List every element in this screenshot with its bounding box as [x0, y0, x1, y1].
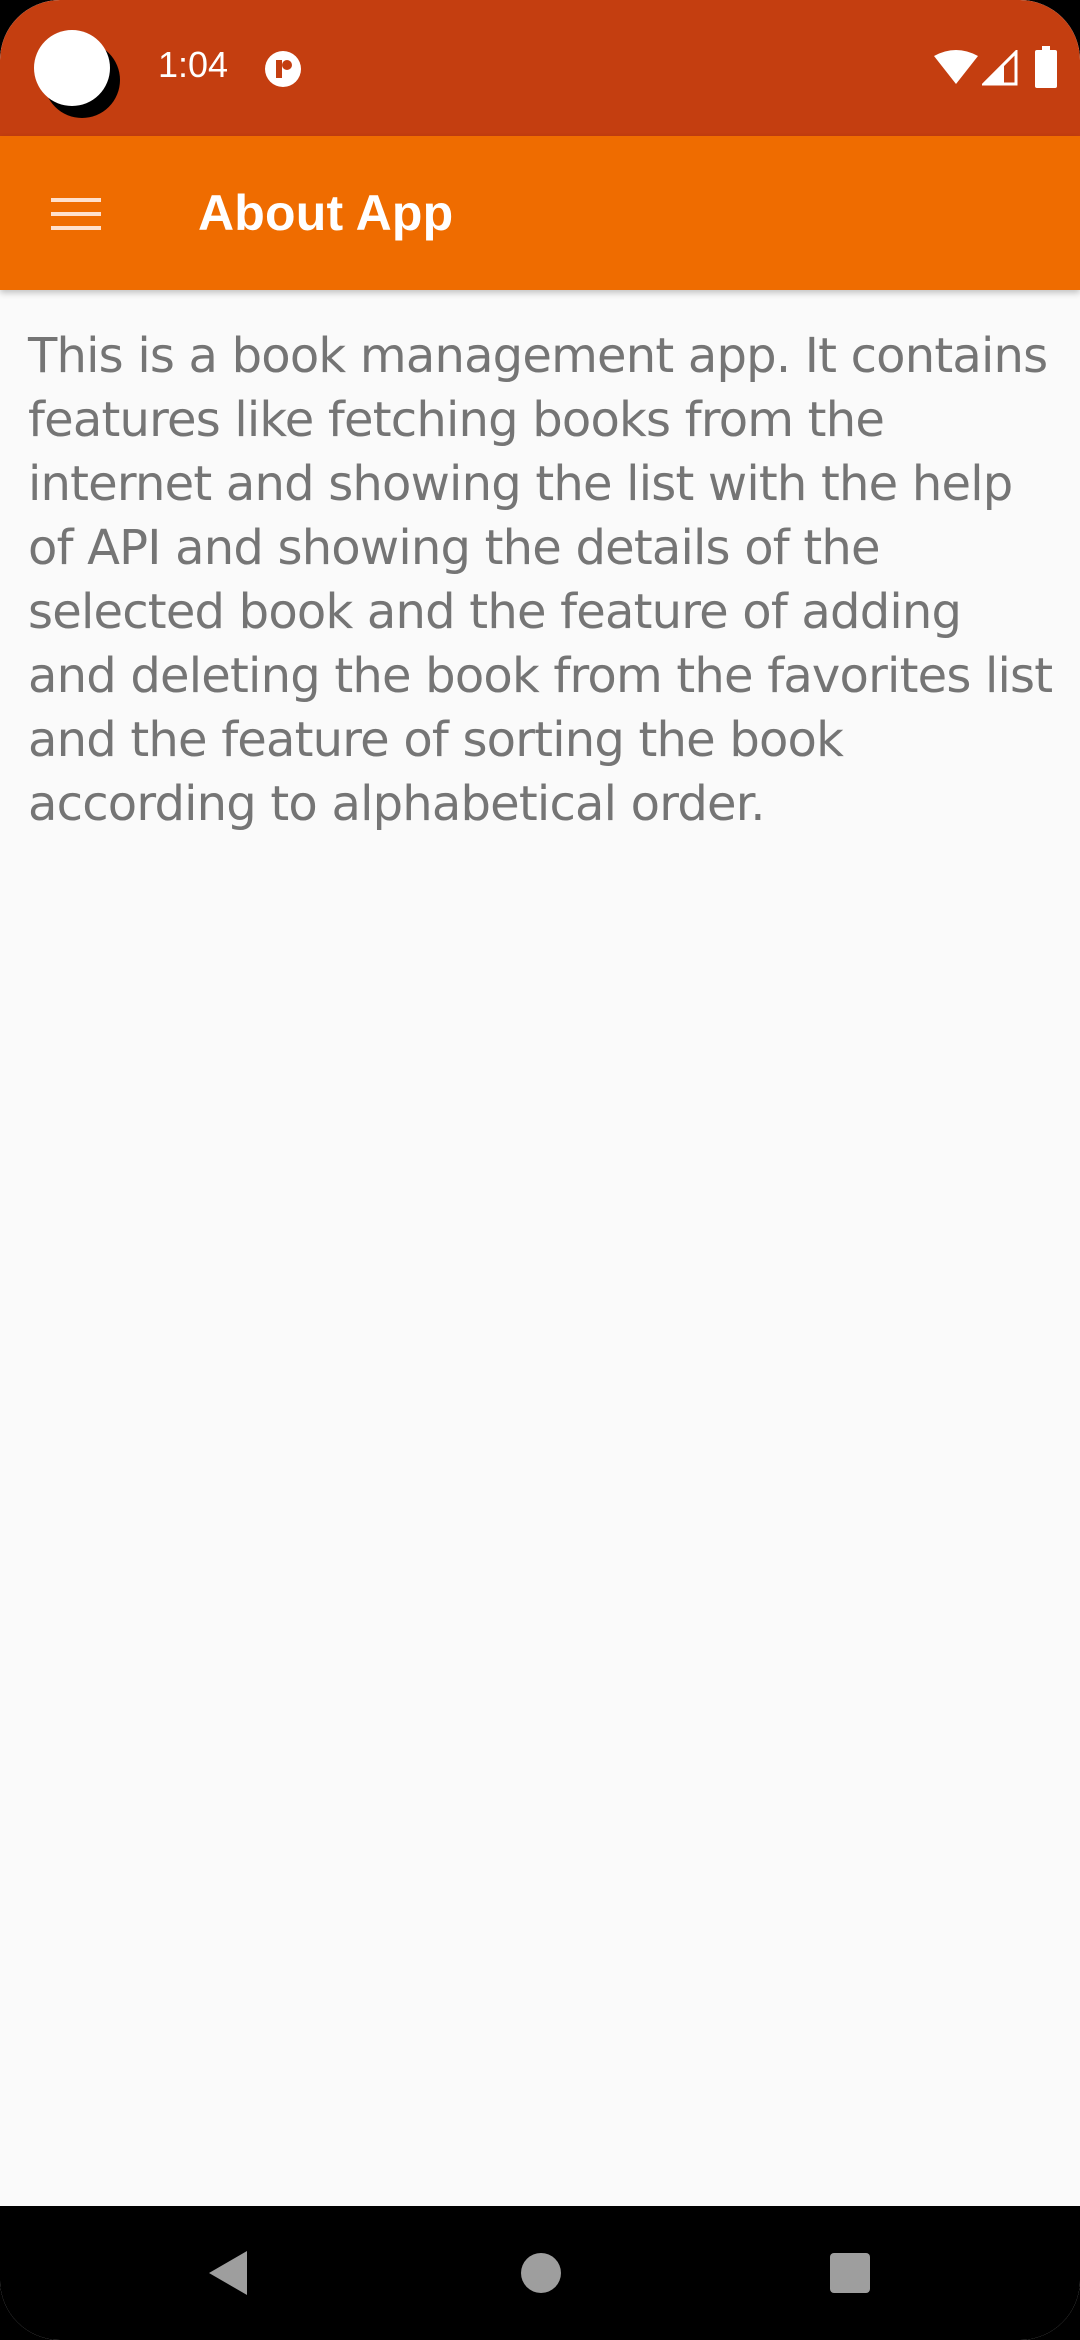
content-area: This is a book management app. It contai…	[28, 324, 1058, 836]
navigation-bar	[0, 2206, 1080, 2340]
notification-icon	[265, 51, 301, 87]
hamburger-menu-icon	[51, 198, 101, 230]
menu-button[interactable]	[30, 172, 122, 256]
about-text: This is a book management app. It contai…	[28, 328, 1053, 832]
back-button[interactable]	[190, 2236, 264, 2310]
cellular-signal-icon	[982, 50, 1018, 86]
screen: 1:04 About App This is a book management…	[0, 0, 1080, 2340]
status-bar: 1:04	[0, 0, 1080, 136]
home-icon	[521, 2253, 561, 2293]
battery-icon	[1035, 46, 1057, 88]
back-icon	[209, 2251, 247, 2295]
app-bar: About App	[0, 136, 1080, 290]
page-title: About App	[198, 185, 454, 241]
recents-button[interactable]	[813, 2236, 887, 2310]
wifi-icon	[934, 50, 978, 84]
camera-cutout	[34, 30, 110, 106]
status-time: 1:04	[158, 44, 229, 85]
home-button[interactable]	[504, 2236, 578, 2310]
recents-icon	[830, 2253, 870, 2293]
